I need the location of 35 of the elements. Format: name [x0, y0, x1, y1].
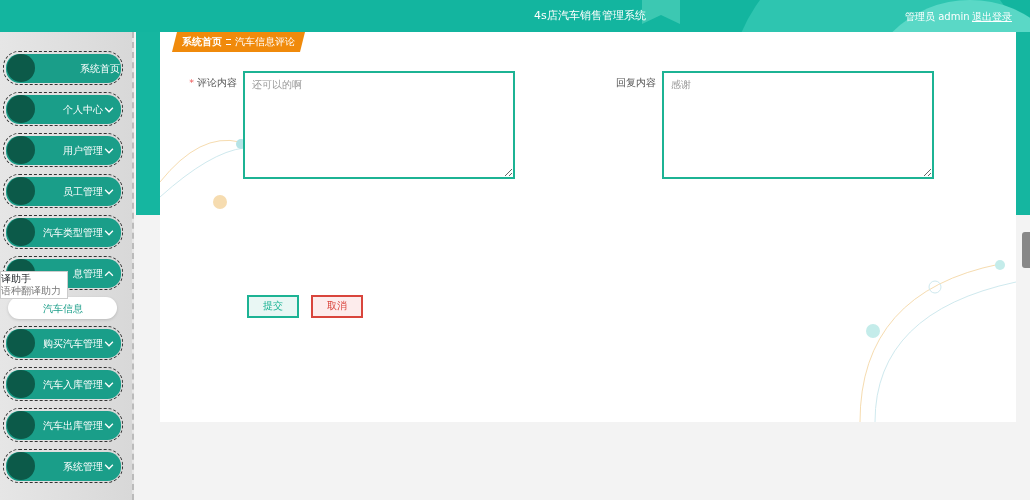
field-label: 评论内容	[197, 77, 237, 88]
breadcrumb-link[interactable]: 汽车信息评论	[235, 34, 295, 50]
sidebar-item[interactable]: 汽车出库管理	[3, 408, 123, 442]
sidebar-item[interactable]: 汽车入库管理	[3, 367, 123, 401]
popup-subtitle: 语种翻译助力	[1, 285, 62, 297]
avatar-circle	[6, 370, 35, 398]
cancel-button[interactable]: 取消	[311, 295, 363, 318]
sidebar-item[interactable]: 员工管理	[3, 174, 123, 208]
scrollbar-thumb[interactable]	[1022, 232, 1030, 268]
avatar-circle	[6, 95, 35, 123]
separator-icon	[226, 39, 231, 45]
avatar-circle	[6, 452, 35, 480]
field-label: 回复内容	[616, 77, 656, 88]
avatar-circle	[6, 54, 35, 82]
user-label: 管理员 admin	[905, 10, 970, 24]
sidebar-item[interactable]: 系统管理	[3, 449, 123, 483]
sidebar-item[interactable]: 个人中心	[3, 92, 123, 126]
avatar-circle	[6, 136, 35, 164]
text-area-field[interactable]: 还可以的啊	[243, 71, 515, 179]
avatar-circle	[6, 177, 35, 205]
avatar-circle	[6, 218, 35, 246]
submenu-item[interactable]: 汽车信息	[8, 297, 117, 319]
sidebar-item[interactable]: 购买汽车管理	[3, 326, 123, 360]
required-asterisk: *	[189, 77, 194, 88]
text-area-field[interactable]: 感谢	[662, 71, 934, 179]
sidebar-item[interactable]: 系统首页	[3, 51, 123, 85]
sidebar-item[interactable]: 用户管理	[3, 133, 123, 167]
app-title: 4s店汽车销售管理系统	[534, 8, 646, 24]
breadcrumb-link[interactable]: 系统首页	[182, 34, 222, 50]
submit-button[interactable]: 提交	[247, 295, 299, 318]
popup-title: 译助手	[1, 273, 32, 285]
avatar-circle	[6, 329, 35, 357]
sidebar-item[interactable]: 汽车类型管理	[3, 215, 123, 249]
logout-link[interactable]: 退出登录	[972, 9, 1012, 24]
avatar-circle	[6, 411, 35, 439]
